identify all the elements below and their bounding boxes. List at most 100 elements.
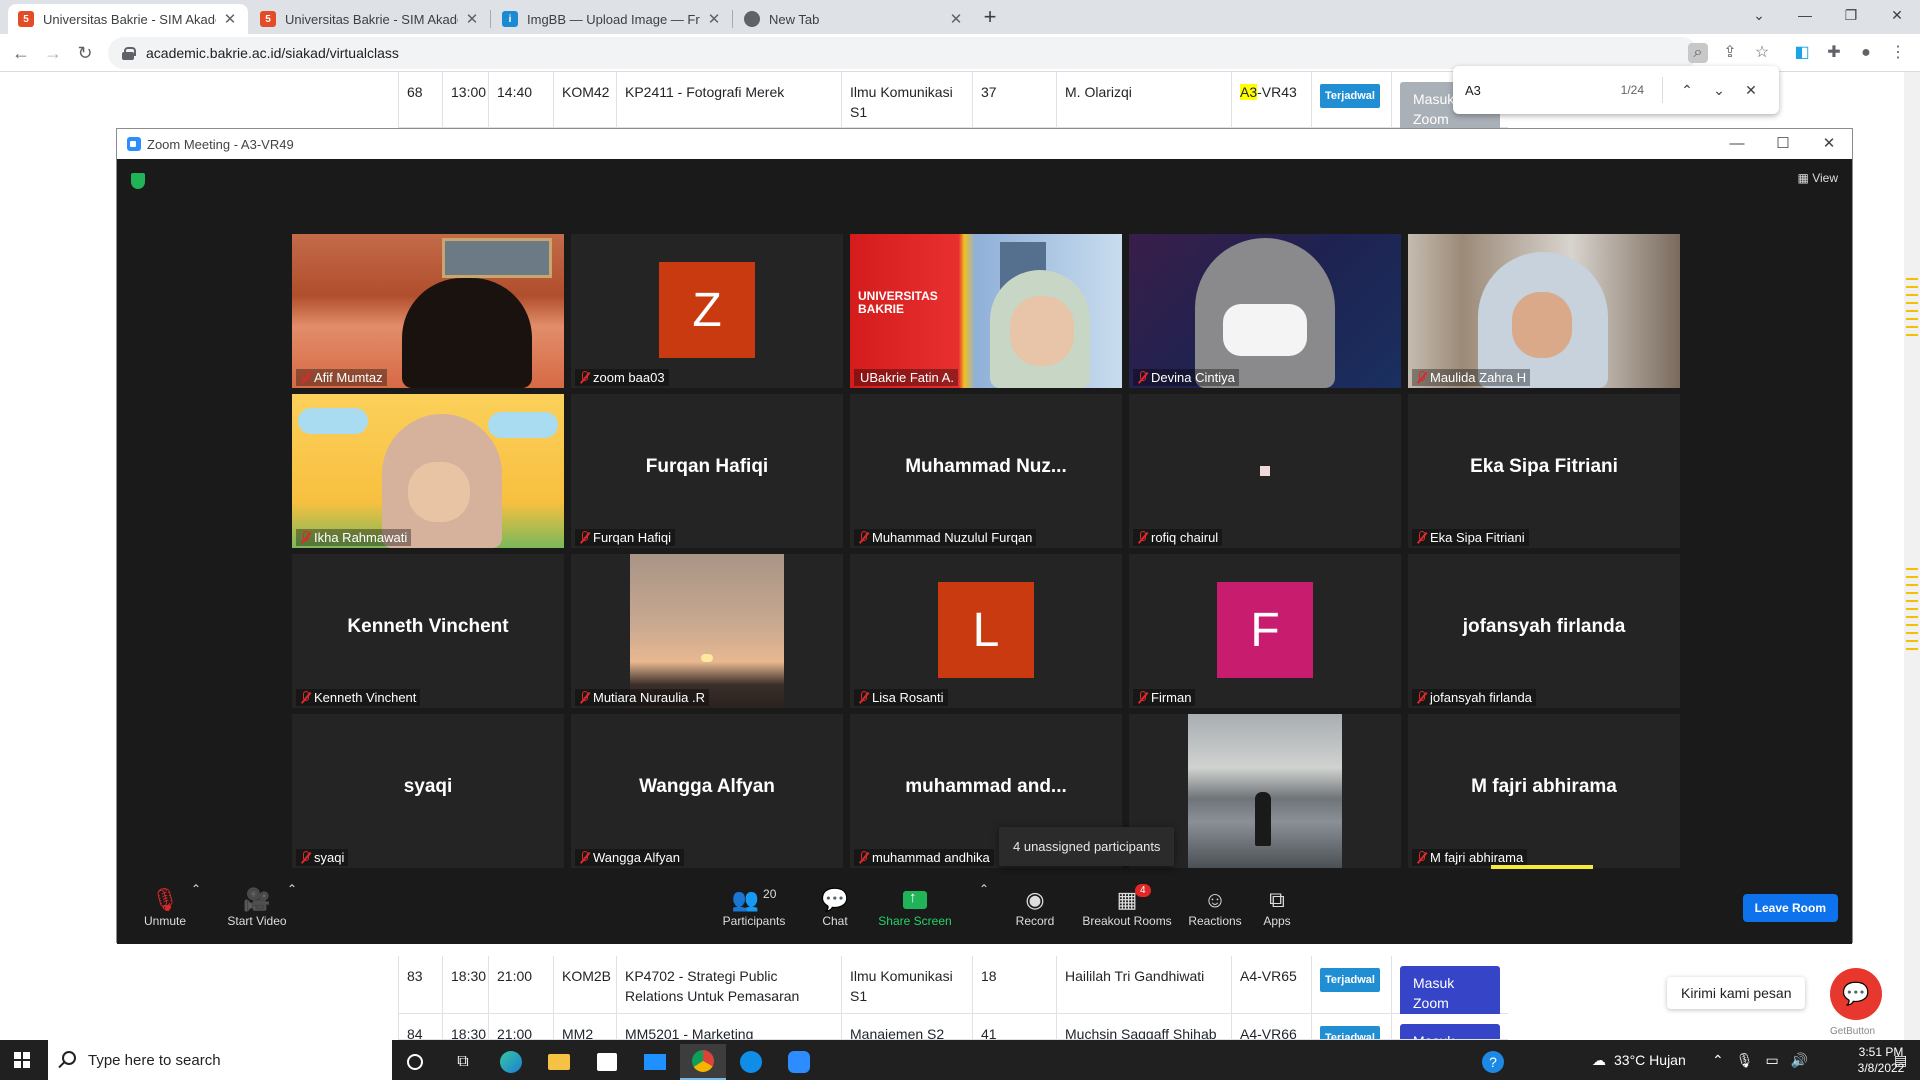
cell-lecturer: Haililah Tri Gandhiwati (1056, 956, 1231, 1013)
weather-text: 33°C Hujan (1614, 1052, 1686, 1068)
taskbar-search[interactable]: Type here to search (48, 1040, 392, 1080)
chat-prompt-bubble[interactable]: Kirimi kami pesan (1667, 977, 1806, 1009)
participant-tile[interactable]: rofiq chairul (1129, 394, 1401, 548)
record-button[interactable]: ◉ Record (1007, 886, 1063, 928)
participant-tile[interactable]: Eka Sipa Fitriani Eka Sipa Fitriani (1408, 394, 1680, 548)
minimize-button[interactable]: — (1782, 0, 1828, 30)
back-icon[interactable]: ← (6, 38, 36, 68)
share-icon[interactable]: ⇪ (1720, 43, 1740, 63)
participant-name: Mutiara Nuraulia .R (575, 689, 709, 706)
participant-name: Furqan Hafiqi (575, 529, 676, 546)
join-zoom-button[interactable]: Masuk Zoom (1400, 966, 1500, 1020)
tab-4[interactable]: New Tab ✕ (734, 4, 974, 34)
participant-tile[interactable]: L Lisa Rosanti (850, 554, 1122, 708)
participant-tile[interactable]: Afif Mumtaz (292, 234, 564, 388)
page-scrollbar[interactable] (1904, 72, 1920, 1040)
unmute-button[interactable]: 🎙 Unmute (137, 886, 193, 928)
share-screen-label: Share Screen (878, 914, 952, 928)
share-options-caret-icon[interactable]: ⌃ (979, 882, 989, 896)
teamviewer-icon[interactable] (728, 1044, 774, 1080)
join-zoom-button[interactable]: Masuk Zoom (1400, 1024, 1500, 1039)
find-close-icon[interactable]: ✕ (1735, 82, 1767, 99)
participant-tile[interactable]: Furqan Hafiqi Furqan Hafiqi (571, 394, 843, 548)
network-icon[interactable]: ▭ (1766, 1052, 1779, 1069)
chat-widget-icon[interactable]: 💬 (1830, 968, 1882, 1020)
notification-icon[interactable]: ▤ (1894, 1040, 1907, 1080)
tab-1[interactable]: 5 Universitas Bakrie - SIM Akadem ✕ (8, 4, 248, 34)
participant-tile[interactable]: Ikha Rahmawati (292, 394, 564, 548)
participant-tile[interactable]: Wangga Alfyan Wangga Alfyan (571, 714, 843, 868)
microphone-icon[interactable]: 🎙 (1736, 1052, 1754, 1069)
search-icon (62, 1051, 76, 1065)
reload-icon[interactable]: ↻ (70, 38, 100, 68)
cell-class: KOM2B (553, 956, 616, 1013)
share-screen-button[interactable]: Share Screen (877, 886, 953, 928)
profile-avatar-icon[interactable]: ● (1856, 43, 1876, 63)
chat-label: Chat (822, 914, 848, 928)
participant-tile[interactable]: Muhammad Nuz... Muhammad Nuzulul Furqan (850, 394, 1122, 548)
participant-tile[interactable]: Maulida Zahra H (1408, 234, 1680, 388)
minimize-button[interactable]: — (1714, 129, 1760, 159)
close-tab-icon[interactable]: ✕ (706, 10, 722, 28)
tab-search-icon[interactable]: ⌄ (1736, 0, 1782, 30)
extension-icon[interactable]: ◧ (1792, 43, 1812, 63)
zoom-app-icon[interactable] (776, 1044, 822, 1080)
cell-action: Masuk Zoom (1391, 956, 1508, 1020)
participant-tile[interactable]: jofansyah firlanda jofansyah firlanda (1408, 554, 1680, 708)
chat-button[interactable]: 💬 Chat (813, 886, 857, 928)
audio-options-caret-icon[interactable]: ⌃ (191, 882, 201, 896)
reactions-button[interactable]: ☺ Reactions (1185, 886, 1245, 928)
video-options-caret-icon[interactable]: ⌃ (287, 882, 297, 896)
close-tab-icon[interactable]: ✕ (948, 10, 964, 28)
find-marker (1906, 310, 1918, 312)
participant-tile[interactable]: Kenneth Vinchent Kenneth Vinchent (292, 554, 564, 708)
maximize-button[interactable]: ☐ (1760, 129, 1806, 159)
help-icon[interactable]: ? (1470, 1044, 1516, 1080)
participant-tile[interactable]: Devina Cintiya (1129, 234, 1401, 388)
mail-icon[interactable] (632, 1044, 678, 1080)
restore-button[interactable]: ❐ (1828, 0, 1874, 30)
volume-icon[interactable]: 🔊 (1791, 1052, 1808, 1069)
participant-tile[interactable]: Mutiara Nuraulia .R (571, 554, 843, 708)
file-explorer-icon[interactable] (536, 1044, 582, 1080)
forward-icon[interactable]: → (38, 38, 68, 68)
store-icon[interactable] (584, 1044, 630, 1080)
tab-2[interactable]: 5 Universitas Bakrie - SIM Akadem ✕ (250, 4, 490, 34)
participant-tile-active-speaker[interactable]: UNIVERSITAS BAKRIE UBakrie Fatin A. (850, 234, 1122, 388)
participant-tile[interactable]: Z zoom baa03 (571, 234, 843, 388)
participant-tile[interactable]: syaqi syaqi (292, 714, 564, 868)
background-cloud (298, 408, 368, 434)
participant-name: Kenneth Vinchent (296, 689, 421, 706)
close-tab-icon[interactable]: ✕ (222, 10, 238, 28)
windows-start-icon[interactable] (14, 1052, 30, 1068)
view-button[interactable]: ▦ View (1798, 171, 1838, 185)
find-icon[interactable]: ⌕ (1688, 43, 1708, 63)
find-input[interactable]: A3 (1465, 83, 1621, 98)
close-window-button[interactable]: ✕ (1874, 0, 1920, 30)
chrome-icon[interactable] (680, 1044, 726, 1080)
encryption-shield-icon[interactable] (131, 173, 145, 189)
edge-icon[interactable] (488, 1044, 534, 1080)
task-view-icon[interactable]: ⧉ (440, 1044, 486, 1080)
close-window-button[interactable]: ✕ (1806, 129, 1852, 159)
start-video-button[interactable]: 🎥 Start Video (221, 886, 293, 928)
puzzle-icon[interactable]: ✚ (1824, 43, 1844, 63)
participants-button[interactable]: 👥 20 Participants (717, 886, 791, 928)
address-bar[interactable]: academic.bakrie.ac.id/siakad/virtualclas… (108, 37, 1698, 69)
new-tab-button[interactable]: + (976, 4, 1004, 32)
breakout-rooms-button[interactable]: ▦ 4 Breakout Rooms (1081, 884, 1173, 928)
leave-room-button[interactable]: Leave Room (1742, 894, 1838, 922)
participant-tile[interactable]: F Firman (1129, 554, 1401, 708)
close-tab-icon[interactable]: ✕ (464, 10, 480, 28)
participant-tile[interactable]: M fajri abhirama M fajri abhirama (1408, 714, 1680, 868)
imgbb-icon: i (502, 11, 518, 27)
menu-kebab-icon[interactable]: ⋮ (1888, 43, 1908, 63)
weather-widget[interactable]: ☁ 33°C Hujan (1592, 1040, 1686, 1080)
tab-3[interactable]: i ImgBB — Upload Image — Free ✕ (492, 4, 732, 34)
cortana-icon[interactable] (392, 1044, 438, 1080)
apps-button[interactable]: ⧉ Apps (1255, 886, 1299, 928)
find-previous-icon[interactable]: ⌃ (1671, 82, 1703, 99)
find-next-icon[interactable]: ⌄ (1703, 82, 1735, 99)
chevron-up-icon[interactable]: ⌃ (1712, 1052, 1724, 1069)
bookmark-star-icon[interactable]: ☆ (1752, 43, 1772, 63)
